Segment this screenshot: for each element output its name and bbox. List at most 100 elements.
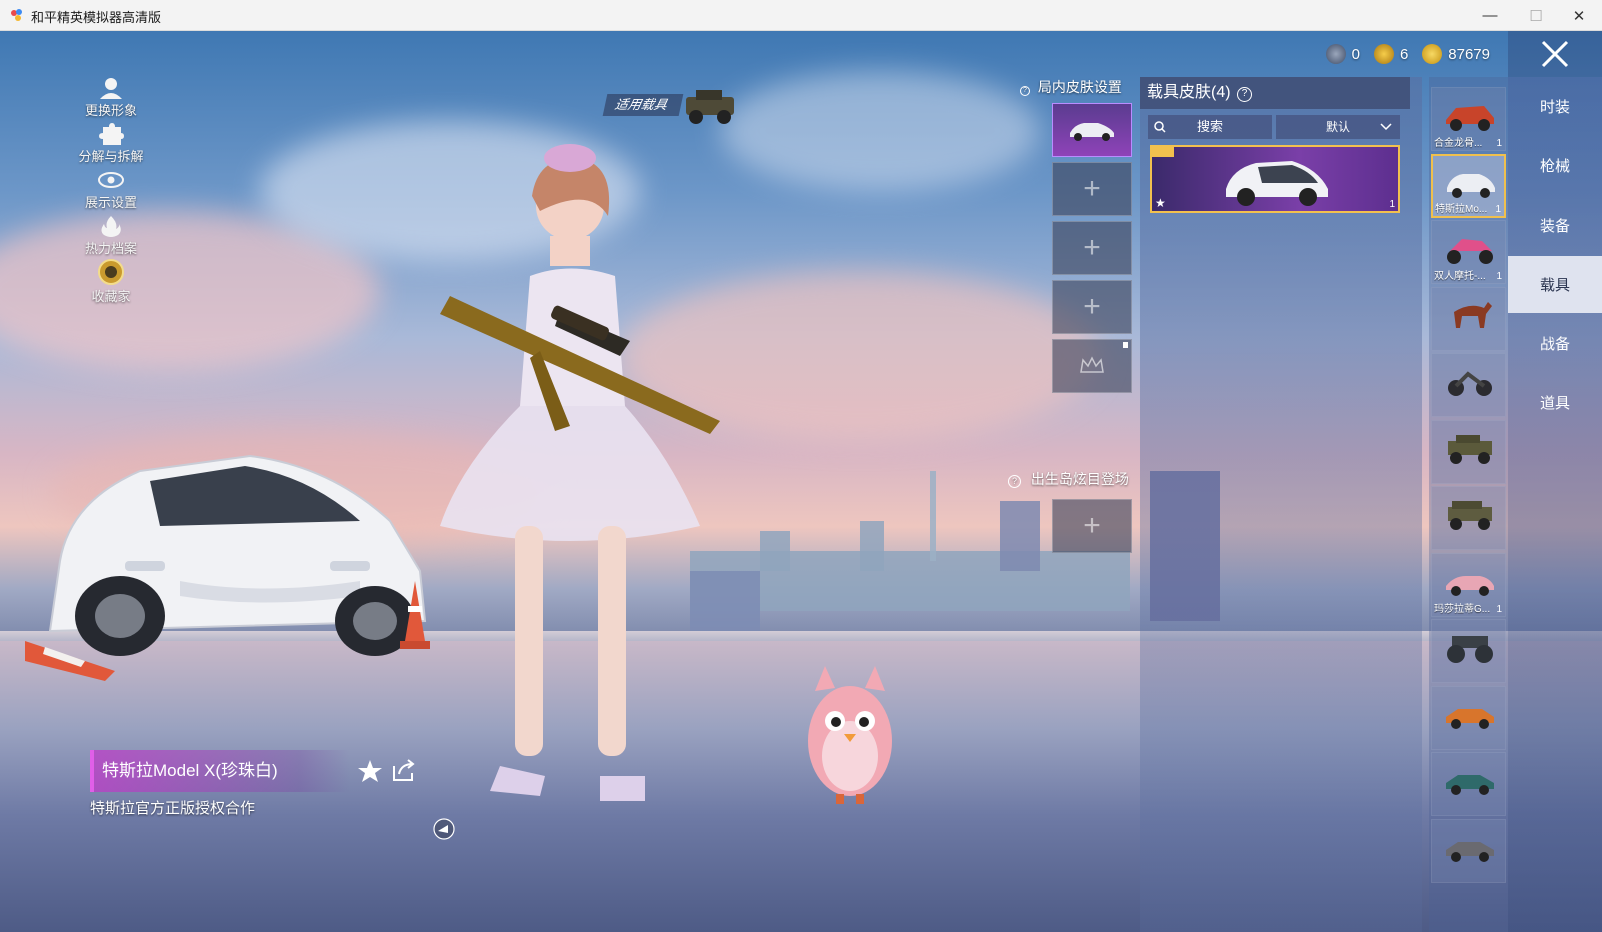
tesla-skin-thumbnail — [1226, 161, 1328, 206]
vehicle-list-item[interactable] — [1431, 819, 1506, 883]
vehicle-count: 1 — [1496, 138, 1502, 149]
currency-value: 0 — [1351, 45, 1360, 63]
slot-header-label: 局内皮肤设置 — [1037, 79, 1122, 95]
vehicle-thumbnail — [1454, 302, 1492, 328]
chevron-down-icon — [1380, 123, 1392, 131]
left-menu-label: 热力档案 — [84, 241, 137, 256]
cloud — [720, 71, 1040, 191]
puzzle-icon — [99, 123, 124, 145]
tab-weapons[interactable]: 枪械 — [1508, 137, 1602, 194]
vehicle-thumbnail — [1446, 576, 1494, 596]
vehicle-list-item[interactable]: 玛莎拉蒂G... 1 — [1431, 553, 1506, 617]
vehicle-thumbnail — [1447, 239, 1493, 264]
vehicle-list-item[interactable] — [1431, 686, 1506, 750]
skin-slot-active[interactable] — [1052, 103, 1132, 157]
skin-slot-empty[interactable]: + — [1052, 162, 1132, 216]
close-button[interactable] — [1508, 31, 1602, 77]
vehicle-list-item[interactable]: 合金龙骨... 1 — [1431, 87, 1506, 151]
display-settings-button[interactable]: 展示设置 — [78, 169, 144, 211]
tab-items[interactable]: 道具 — [1508, 374, 1602, 431]
window-close-button[interactable]: ✕ — [1556, 0, 1602, 31]
vehicle-thumbnail — [1448, 371, 1492, 396]
vehicle-thumbnail — [1446, 709, 1494, 729]
spawn-island-entrance: ? 出生岛炫目登场 — [1008, 469, 1129, 489]
tab-combat-gear[interactable]: 战备 — [1508, 315, 1602, 372]
skin-slot-empty[interactable]: + — [1052, 280, 1132, 334]
applicable-vehicle-tag: 适用载具 — [602, 94, 684, 116]
vehicle-list-item[interactable] — [1431, 353, 1506, 417]
change-appearance-button[interactable]: 更换形象 — [78, 77, 144, 119]
applicable-vehicle-label: 适用载具 — [613, 97, 669, 112]
person-icon — [100, 78, 122, 99]
collector-button[interactable]: 收藏家 — [78, 259, 144, 305]
vehicle-count: 1 — [1495, 204, 1501, 215]
item-name: 特斯拉Model X(珍珠白) — [102, 761, 278, 780]
vehicle-name: 双人摩托-... — [1434, 271, 1486, 282]
player-character — [440, 144, 720, 801]
tab-vehicles[interactable]: 载具 — [1508, 256, 1602, 313]
left-menu-label: 展示设置 — [84, 195, 137, 210]
traffic-cone — [25, 641, 115, 681]
favorite-star-button[interactable] — [357, 758, 383, 784]
tab-equipment[interactable]: 装备 — [1508, 197, 1602, 254]
decompose-button[interactable]: 分解与拆解 — [78, 123, 144, 165]
spawn-header-label: 出生岛炫目登场 — [1030, 471, 1129, 487]
left-menu-label: 收藏家 — [91, 289, 131, 304]
skin-card-selected[interactable]: ★ 1 — [1150, 145, 1400, 213]
favorite-star-icon: ★ — [1155, 196, 1166, 210]
vehicle-list-item[interactable]: 双人摩托-... 1 — [1431, 220, 1506, 284]
horn-icon[interactable] — [432, 818, 456, 840]
tower — [930, 471, 936, 561]
share-icon[interactable] — [391, 758, 417, 782]
help-icon[interactable]: ? — [1008, 475, 1021, 488]
tab-fashion[interactable]: 时装 — [1508, 78, 1602, 135]
skin-panel-header: 载具皮肤(4) ? — [1140, 77, 1410, 109]
vehicle-thumbnail — [1448, 435, 1492, 464]
vehicle-thumbnail — [1447, 636, 1493, 663]
vehicle-list-item[interactable] — [1431, 752, 1506, 816]
skin-panel-title: 载具皮肤(4) — [1147, 84, 1231, 101]
vehicle-thumbnail — [1070, 123, 1114, 141]
help-icon[interactable]: ? — [1237, 87, 1253, 102]
vehicle-list: 合金龙骨... 1 特斯拉Mo... 1 双人摩托-... 1 玛莎拉蒂G... — [1429, 77, 1508, 932]
collector-badge-icon — [98, 259, 124, 285]
skin-slot-locked[interactable] — [1052, 339, 1132, 393]
building — [860, 521, 884, 571]
vehicle-list-item[interactable] — [1431, 619, 1506, 683]
window-titlebar: 和平精英模拟器高清版 — ☐ ✕ — [0, 0, 1602, 31]
vehicle-skin-panel: 载具皮肤(4) ? 搜索 默认 ★ 1 — [1140, 77, 1422, 932]
skin-search-input[interactable]: 搜索 — [1148, 115, 1272, 139]
vehicle-list-item[interactable] — [1431, 420, 1506, 484]
skin-slot-empty[interactable]: + — [1052, 221, 1132, 275]
maximize-button[interactable]: ☐ — [1513, 0, 1559, 31]
vehicle-list-item-selected[interactable]: 特斯拉Mo... 1 — [1431, 154, 1506, 218]
left-menu-label: 分解与拆解 — [78, 149, 144, 164]
game-viewport: 更换形象 分解与拆解 展示设置 热力档案 收藏家 适用载具 0 6 87679 … — [0, 31, 1602, 932]
minimize-button[interactable]: — — [1467, 0, 1513, 31]
category-nav: 时装 枪械 装备 载具 战备 道具 — [1508, 77, 1602, 932]
item-name-bar: 特斯拉Model X(珍珠白) — [90, 750, 350, 792]
vehicle-count: 1 — [1496, 604, 1502, 615]
spawn-slot-empty[interactable]: + — [1052, 499, 1132, 553]
eye-icon — [98, 172, 124, 188]
pet-companion — [808, 666, 892, 804]
search-label: 搜索 — [1196, 119, 1223, 134]
left-menu-label: 更换形象 — [84, 103, 137, 118]
vehicle-list-item[interactable] — [1431, 287, 1506, 351]
help-icon[interactable]: ? — [1020, 86, 1030, 96]
gold-coin-icon — [1422, 44, 1443, 64]
in-game-skin-settings: ? 局内皮肤设置 — [1020, 77, 1122, 97]
sort-label: 默认 — [1325, 120, 1350, 134]
lock-icon — [1123, 342, 1128, 348]
crown-icon — [1080, 356, 1104, 373]
vehicle-list-item[interactable] — [1431, 486, 1506, 550]
vehicle-thumbnail — [1448, 501, 1492, 530]
currency-bar: 0 6 87679 — [1325, 41, 1490, 67]
jeep-vehicle-icon — [686, 90, 734, 124]
skin-count: 1 — [1389, 199, 1395, 210]
sort-dropdown[interactable]: 默认 — [1276, 115, 1400, 139]
building — [760, 531, 790, 571]
app-logo-icon — [11, 9, 22, 21]
heat-archive-button[interactable]: 热力档案 — [78, 215, 144, 257]
vehicle-name: 特斯拉Mo... — [1435, 204, 1488, 215]
